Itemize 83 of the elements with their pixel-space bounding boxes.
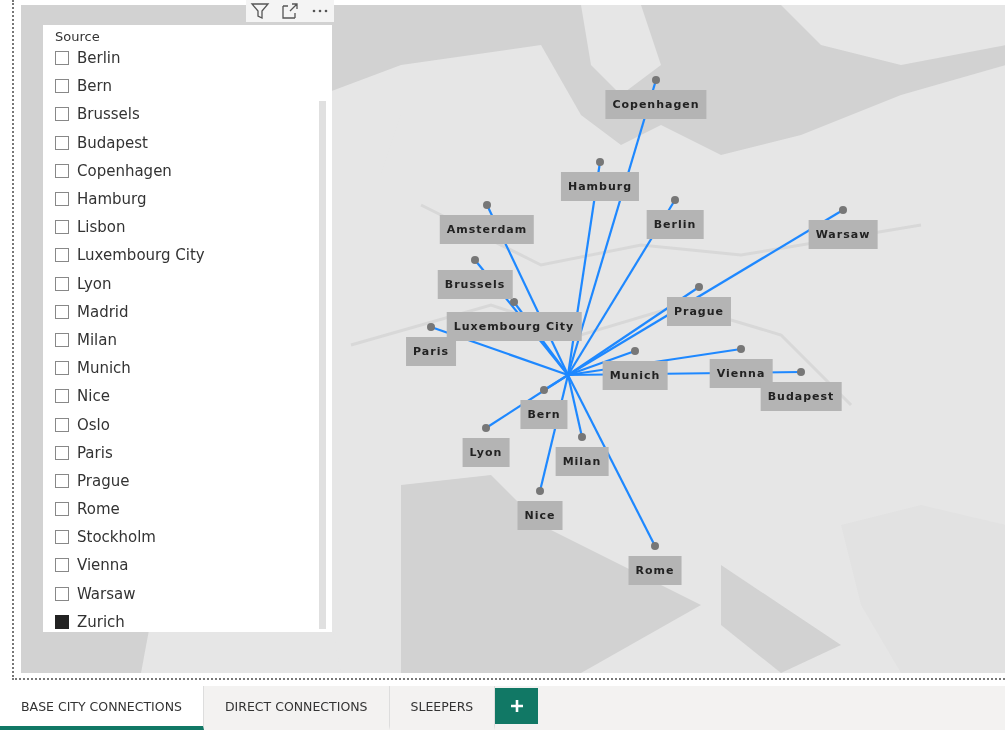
city-label: Paris <box>406 337 456 366</box>
city-marker <box>631 347 639 355</box>
checkbox[interactable] <box>55 192 69 207</box>
city-marker <box>471 256 479 264</box>
slicer-item[interactable]: Brussels <box>77 105 140 124</box>
slicer-item[interactable]: Hamburg <box>77 190 147 209</box>
city-marker <box>578 433 586 441</box>
city-marker <box>671 196 679 204</box>
city-marker <box>427 323 435 331</box>
city-marker <box>540 386 548 394</box>
city-label: Vienna <box>709 359 773 388</box>
slicer-item[interactable]: Luxembourg City <box>77 246 205 265</box>
slicer-title: Source <box>55 29 101 44</box>
city-label: Milan <box>555 447 609 476</box>
checkbox[interactable] <box>55 614 69 629</box>
slicer-item[interactable]: Prague <box>77 471 130 490</box>
city-marker <box>482 424 490 432</box>
plus-icon <box>508 698 525 714</box>
slicer-item[interactable]: Vienna <box>77 556 129 575</box>
city-label: Rome <box>628 556 682 585</box>
city-label: Brussels <box>437 270 513 299</box>
city-label: Warsaw <box>808 220 878 249</box>
scrollbar[interactable] <box>319 101 326 629</box>
checkbox[interactable] <box>55 107 69 122</box>
city-label: Prague <box>666 297 732 326</box>
city-label: Copenhagen <box>605 90 707 119</box>
checkbox[interactable] <box>55 473 69 488</box>
city-marker <box>797 368 805 376</box>
city-marker <box>737 345 745 353</box>
city-label: Bern <box>520 400 568 429</box>
checkbox[interactable] <box>55 220 69 235</box>
city-label: Amsterdam <box>439 215 535 244</box>
city-marker <box>651 542 659 550</box>
checkbox[interactable] <box>55 51 69 66</box>
checkbox[interactable] <box>55 332 69 347</box>
slicer-item[interactable]: Lisbon <box>77 218 126 237</box>
checkbox[interactable] <box>55 558 69 573</box>
city-label: Luxembourg City <box>446 312 582 341</box>
city-marker <box>652 76 660 84</box>
slicer-item[interactable]: Stockholm <box>77 528 156 547</box>
slicer-item[interactable]: Milan <box>77 330 117 349</box>
city-label: Hamburg <box>560 172 640 201</box>
slicer-item[interactable]: Bern <box>77 77 112 96</box>
checkbox[interactable] <box>55 502 69 517</box>
slicer-item[interactable]: Berlin <box>77 49 121 68</box>
checkbox[interactable] <box>55 248 69 263</box>
city-label: Nice <box>517 501 563 530</box>
slicer-item[interactable]: Nice <box>77 387 110 406</box>
checkbox[interactable] <box>55 79 69 94</box>
page-tab[interactable]: BASE CITY CONNECTIONS <box>0 686 204 730</box>
slicer-item[interactable]: Munich <box>77 359 131 378</box>
city-marker <box>596 158 604 166</box>
slicer-item[interactable]: Madrid <box>77 302 129 321</box>
slicer-item[interactable]: Oslo <box>77 415 110 434</box>
slicer-item[interactable]: Paris <box>77 443 113 462</box>
slicer-item[interactable]: Copenhagen <box>77 161 172 180</box>
add-page-button[interactable] <box>495 688 539 724</box>
checkbox[interactable] <box>55 361 69 376</box>
slicer-item[interactable]: Warsaw <box>77 584 136 603</box>
checkbox[interactable] <box>55 417 69 432</box>
city-marker <box>839 206 847 214</box>
city-label: Munich <box>602 361 668 390</box>
city-label: Budapest <box>760 382 842 411</box>
checkbox[interactable] <box>55 586 69 601</box>
city-label: Berlin <box>646 210 704 239</box>
checkbox[interactable] <box>55 276 69 291</box>
slicer-item[interactable]: Lyon <box>77 274 112 293</box>
filter-icon[interactable] <box>250 1 270 21</box>
city-label: Lyon <box>462 438 510 467</box>
checkbox[interactable] <box>55 445 69 460</box>
checkbox[interactable] <box>55 163 69 178</box>
city-marker <box>536 487 544 495</box>
checkbox[interactable] <box>55 304 69 319</box>
slicer-item[interactable]: Rome <box>77 500 120 519</box>
checkbox[interactable] <box>55 530 69 545</box>
checkbox[interactable] <box>55 135 69 150</box>
slicer-item[interactable]: Zurich <box>77 612 125 631</box>
checkbox[interactable] <box>55 389 69 404</box>
focus-mode-icon[interactable] <box>280 1 300 21</box>
city-marker <box>695 283 703 291</box>
city-marker <box>483 201 491 209</box>
city-marker <box>510 298 518 306</box>
slicer-item[interactable]: Budapest <box>77 133 148 152</box>
